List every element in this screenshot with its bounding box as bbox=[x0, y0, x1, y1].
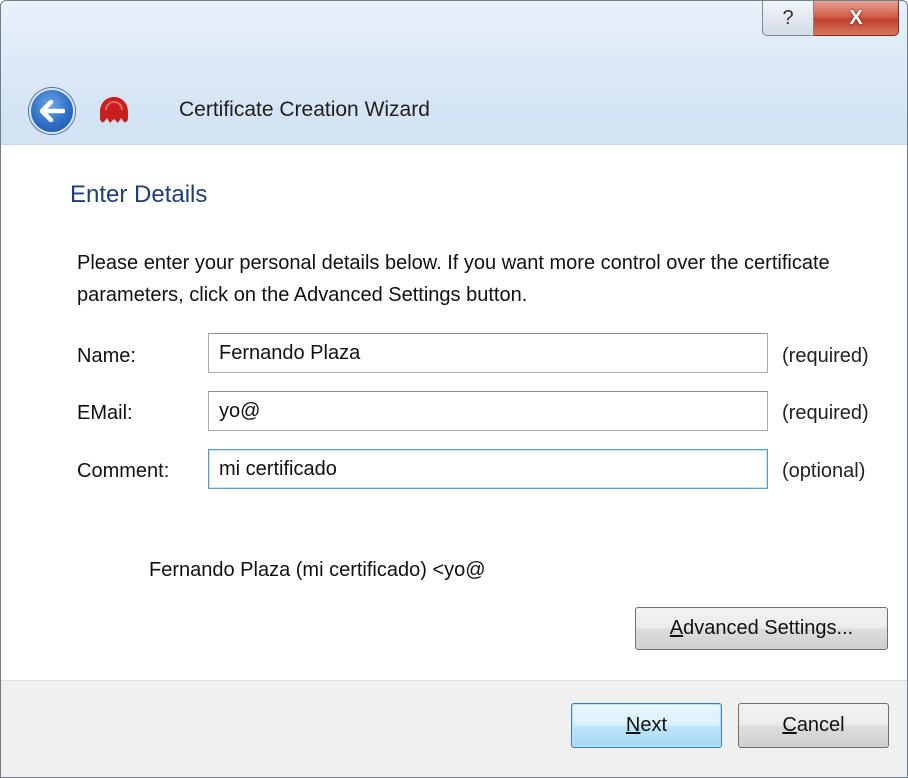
app-logo-icon bbox=[100, 97, 128, 123]
cancel-label: ancel bbox=[796, 714, 845, 736]
certificate-identity-preview: Fernando Plaza (mi certificado) <yo@ bbox=[149, 559, 486, 581]
back-button[interactable] bbox=[29, 88, 75, 134]
caption-buttons: ? X bbox=[762, 1, 899, 36]
page-heading: Enter Details bbox=[70, 181, 208, 208]
advanced-settings-button[interactable]: Advanced Settings... bbox=[635, 607, 888, 650]
name-field[interactable] bbox=[208, 333, 768, 373]
advanced-label: dvanced Settings... bbox=[683, 617, 854, 639]
window-title: Certificate Creation Wizard bbox=[179, 98, 430, 121]
content-panel: Enter Details Please enter your personal… bbox=[1, 144, 907, 681]
close-button[interactable]: X bbox=[814, 1, 899, 36]
comment-field[interactable] bbox=[208, 449, 768, 489]
comment-label: Comment: bbox=[77, 460, 170, 482]
back-arrow-icon bbox=[39, 100, 65, 122]
email-label: EMail: bbox=[77, 402, 133, 424]
name-label: Name: bbox=[77, 345, 136, 367]
name-required-note: (required) bbox=[782, 345, 869, 367]
email-field[interactable] bbox=[208, 391, 768, 431]
cancel-button[interactable]: Cancel bbox=[738, 703, 889, 748]
comment-optional-note: (optional) bbox=[782, 460, 866, 482]
help-icon: ? bbox=[782, 6, 794, 29]
cancel-accel-key: C bbox=[782, 714, 797, 736]
button-bar: Next Cancel bbox=[1, 680, 907, 777]
wizard-window: ? X Certificate Creation Wizard Enter De… bbox=[0, 0, 908, 778]
instructions-text: Please enter your personal details below… bbox=[77, 252, 830, 306]
email-required-note: (required) bbox=[782, 402, 869, 424]
next-button[interactable]: Next bbox=[571, 703, 722, 748]
advanced-accel-key: A bbox=[669, 617, 684, 639]
next-accel-key: N bbox=[625, 714, 641, 736]
help-button[interactable]: ? bbox=[762, 1, 814, 36]
close-icon: X bbox=[849, 6, 863, 29]
next-label: ext bbox=[640, 714, 668, 736]
